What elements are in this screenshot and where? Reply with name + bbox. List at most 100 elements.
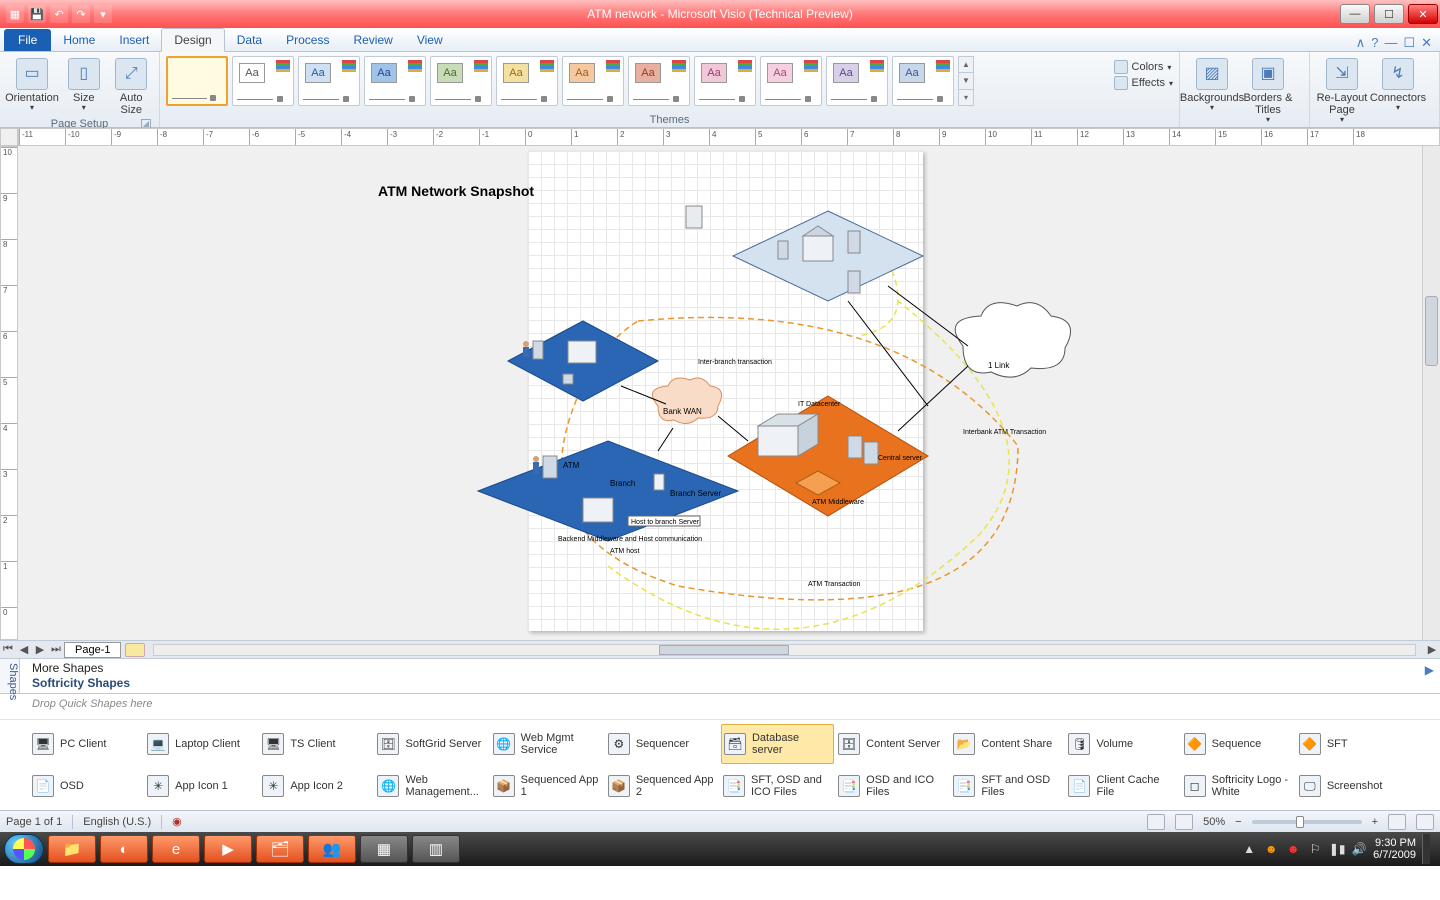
more-shapes-link[interactable]: More Shapes [32, 661, 1408, 675]
shape-stencil-item[interactable]: ⚙Sequencer [606, 724, 719, 764]
mdi-minimize-icon[interactable]: — [1384, 35, 1397, 51]
shape-stencil-item[interactable]: 🔶SFT [1297, 724, 1410, 764]
vertical-scrollbar[interactable] [1422, 146, 1440, 640]
minimize-button[interactable]: — [1340, 4, 1370, 24]
shape-stencil-item[interactable]: 🔶Sequence [1182, 724, 1295, 764]
theme-item-3[interactable]: Aa [364, 56, 426, 106]
shape-stencil-item[interactable]: ◻Softricity Logo - White [1182, 766, 1295, 806]
fit-to-window-button[interactable] [1388, 814, 1406, 830]
theme-item-6[interactable]: Aa [562, 56, 624, 106]
shape-stencil-item[interactable]: 🌐Web Mgmt Service [491, 724, 604, 764]
tray-flag-icon[interactable]: ⚐ [1307, 841, 1323, 857]
shape-stencil-item[interactable]: 📑OSD and ICO Files [836, 766, 949, 806]
theme-gallery-scroll[interactable]: ▲▼▾ [958, 56, 974, 106]
shapes-tab[interactable]: Shapes [0, 659, 20, 693]
theme-effects-button[interactable]: Effects ▾ [1114, 76, 1173, 90]
backgrounds-button[interactable]: ▨Backgrounds▾ [1186, 56, 1238, 113]
macro-record-icon[interactable]: ◉ [172, 815, 182, 828]
page-tab-1[interactable]: Page-1 [64, 642, 121, 658]
taskbar-item-chrome[interactable]: ◐ [100, 835, 148, 863]
taskbar-item-7[interactable]: ▦ [360, 835, 408, 863]
view-full-button[interactable] [1175, 814, 1193, 830]
tab-view[interactable]: View [405, 29, 455, 51]
hscroll-right-icon[interactable]: ▶ [1424, 643, 1440, 656]
shape-stencil-item[interactable]: 📦Sequenced App 1 [491, 766, 604, 806]
shape-stencil-item[interactable]: 🖥TS Client [260, 724, 373, 764]
mdi-close-icon[interactable]: ✕ [1421, 35, 1432, 51]
one-link-cloud[interactable] [955, 303, 1070, 377]
shape-stencil-item[interactable]: 📄Client Cache File [1066, 766, 1179, 806]
theme-item-11[interactable]: Aa [892, 56, 954, 106]
taskbar-item-media[interactable]: ▶ [204, 835, 252, 863]
drawing-scrollpane[interactable]: ATM Network Snapshot [18, 146, 1422, 640]
nav-next-icon[interactable]: ▶ [32, 643, 48, 656]
undo-icon[interactable]: ↶ [50, 5, 68, 23]
taskbar-item-explorer[interactable]: 🗂 [256, 835, 304, 863]
ribbon-minimize-icon[interactable]: ∧ [1356, 35, 1366, 51]
shape-stencil-item[interactable]: 🛢Volume [1066, 724, 1179, 764]
tray-red-icon[interactable]: ☻ [1285, 841, 1301, 857]
redo-icon[interactable]: ↷ [72, 5, 90, 23]
shape-stencil-item[interactable]: 🗄Content Server [836, 724, 949, 764]
autosize-button[interactable]: ⤢Auto Size [110, 56, 154, 116]
qat-customize-icon[interactable]: ▾ [94, 5, 112, 23]
zoom-slider[interactable] [1252, 820, 1362, 824]
tab-review[interactable]: Review [341, 29, 404, 51]
horizontal-scrollbar[interactable] [153, 644, 1416, 656]
tray-up-icon[interactable]: ▲ [1241, 841, 1257, 857]
shape-stencil-item[interactable]: 📦Sequenced App 2 [606, 766, 719, 806]
nav-first-icon[interactable]: ⏮ [0, 643, 16, 656]
tab-data[interactable]: Data [225, 29, 274, 51]
bank-wan-cloud[interactable] [652, 378, 721, 424]
shape-stencil-item[interactable]: 📑SFT, OSD and ICO Files [721, 766, 834, 806]
theme-item-0[interactable] [166, 56, 228, 106]
maximize-button[interactable]: ☐ [1374, 4, 1404, 24]
shape-stencil-item[interactable]: 🗃Database server [721, 724, 834, 764]
taskbar-item-ie[interactable]: e [152, 835, 200, 863]
mdi-restore-icon[interactable]: ☐ [1403, 35, 1415, 51]
add-page-button[interactable] [125, 643, 145, 657]
close-button[interactable]: ✕ [1408, 4, 1438, 24]
theme-item-9[interactable]: Aa [760, 56, 822, 106]
tab-home[interactable]: Home [51, 29, 107, 51]
visio-icon[interactable]: ▦ [6, 5, 24, 23]
tab-process[interactable]: Process [274, 29, 341, 51]
nav-last-icon[interactable]: ⏭ [48, 643, 64, 656]
view-normal-button[interactable] [1147, 814, 1165, 830]
shapes-category-name[interactable]: Softricity Shapes [32, 676, 1408, 690]
shape-stencil-item[interactable]: 📑SFT and OSD Files [951, 766, 1064, 806]
shape-stencil-item[interactable]: ✳App Icon 2 [260, 766, 373, 806]
nav-prev-icon[interactable]: ◀ [16, 643, 32, 656]
tab-design[interactable]: Design [161, 28, 224, 52]
zoom-out-button[interactable]: − [1235, 816, 1241, 828]
shape-stencil-item[interactable]: 🌐Web Management... [375, 766, 488, 806]
relayout-button[interactable]: ⇲Re-Layout Page▾ [1316, 56, 1368, 125]
shape-stencil-item[interactable]: 💻Laptop Client [145, 724, 258, 764]
orientation-button[interactable]: ▭Orientation▾ [6, 56, 58, 113]
standalone-server-icon[interactable] [686, 206, 702, 228]
shape-stencil-item[interactable]: 🖵Screenshot [1297, 766, 1410, 806]
theme-colors-button[interactable]: Colors ▾ [1114, 60, 1173, 74]
shapes-expand-icon[interactable]: ▶ [1425, 663, 1434, 677]
taskbar-item-visio[interactable]: ▥ [412, 835, 460, 863]
tray-orange-icon[interactable]: ☻ [1263, 841, 1279, 857]
file-tab[interactable]: File [4, 29, 51, 51]
taskbar-item-1[interactable]: 📁 [48, 835, 96, 863]
size-button[interactable]: ▯Size▾ [62, 56, 106, 113]
borders-titles-button[interactable]: ▣Borders & Titles▾ [1242, 56, 1294, 125]
switch-windows-button[interactable] [1416, 814, 1434, 830]
theme-item-4[interactable]: Aa [430, 56, 492, 106]
zoom-in-button[interactable]: + [1372, 816, 1378, 828]
theme-item-5[interactable]: Aa [496, 56, 558, 106]
theme-gallery[interactable]: Aa Aa Aa Aa Aa Aa Aa Aa Aa Aa Aa ▲▼▾ [166, 56, 1110, 106]
zoom-level[interactable]: 50% [1203, 816, 1225, 828]
tab-insert[interactable]: Insert [107, 29, 161, 51]
tray-volume-icon[interactable]: 🔊 [1351, 841, 1367, 857]
theme-item-1[interactable]: Aa [232, 56, 294, 106]
shape-stencil-item[interactable]: 📂Content Share [951, 724, 1064, 764]
status-language[interactable]: English (U.S.) [83, 816, 151, 828]
help-icon[interactable]: ? [1371, 35, 1378, 51]
theme-item-7[interactable]: Aa [628, 56, 690, 106]
quick-shapes-dropzone[interactable]: Drop Quick Shapes here [0, 694, 1440, 720]
save-icon[interactable]: 💾 [28, 5, 46, 23]
